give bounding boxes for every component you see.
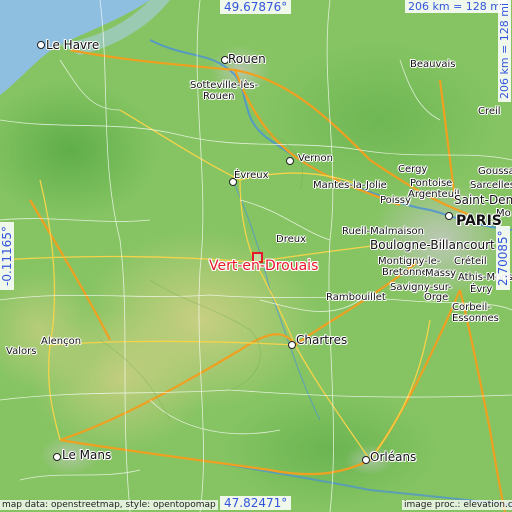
map-view[interactable]: Le Havre Rouen Sotteville-lès- Rouen Bea… — [0, 0, 512, 512]
place-montigny: Montigny-le- — [378, 256, 441, 267]
coord-top: 49.67876° — [220, 0, 292, 14]
city-dot — [288, 341, 296, 349]
place-vernon: Vernon — [298, 153, 333, 164]
place-creil: Creil — [478, 106, 501, 117]
place-valors: Valors — [6, 346, 37, 357]
coord-right: 2.70085° — [496, 226, 510, 290]
city-dot — [53, 453, 61, 461]
place-alencon: Alençon — [41, 336, 82, 347]
place-orleans: Orléans — [370, 450, 417, 464]
place-evry: Évry — [470, 284, 493, 295]
place-le-havre: Le Havre — [46, 38, 100, 52]
place-sotteville-2: Rouen — [203, 91, 235, 102]
place-goussainville: Goussa — [478, 166, 512, 177]
place-saint-denis: Saint-Denis — [454, 193, 512, 207]
place-creteil: Créteil — [454, 256, 487, 267]
city-dot — [362, 456, 370, 464]
city-dot — [445, 212, 453, 220]
map-credit: map data: openstreetmap, style: opentopo… — [0, 500, 218, 510]
place-corbeil: Corbeil- — [452, 302, 491, 313]
coord-bottom: 47.82471° — [220, 496, 292, 510]
place-massy: Massy — [425, 268, 457, 279]
place-savigny-2: Orge — [424, 292, 449, 303]
place-rouen: Rouen — [228, 52, 266, 66]
city-dot — [286, 157, 294, 165]
place-rambouillet: Rambouillet — [326, 292, 386, 303]
place-chartres: Chartres — [296, 333, 348, 347]
city-dot — [37, 41, 45, 49]
scale-vertical: 206 km = 128 mi — [498, 0, 511, 102]
place-boulogne: Boulogne-Billancourt — [370, 238, 495, 252]
place-paris: PARIS — [456, 213, 502, 229]
coord-left: -0.11165° — [0, 222, 14, 290]
place-pontoise: Pontoise — [410, 178, 453, 189]
place-beauvais: Beauvais — [410, 59, 456, 70]
place-le-mans: Le Mans — [62, 448, 112, 462]
place-dreux: Dreux — [276, 234, 306, 245]
place-poissy: Poissy — [380, 195, 411, 206]
target-place-label: Vert-en-Drouais — [209, 258, 319, 274]
place-corbeil-2: Essonnes — [452, 313, 499, 324]
place-argenteuil: Argenteuil — [408, 189, 460, 200]
place-rueil: Rueil-Malmaison — [342, 226, 425, 237]
place-mantes: Mantes-la-Jolie — [313, 180, 387, 191]
scale-horizontal: 206 km = 128 mi — [405, 0, 508, 13]
place-sotteville: Sotteville-lès- — [190, 80, 259, 91]
place-cergy: Cergy — [398, 164, 428, 175]
place-evreux: Évreux — [234, 170, 269, 181]
place-sarcelles: Sarcelles — [470, 180, 512, 191]
image-credit: image proc.: elevation.city — [402, 500, 512, 510]
